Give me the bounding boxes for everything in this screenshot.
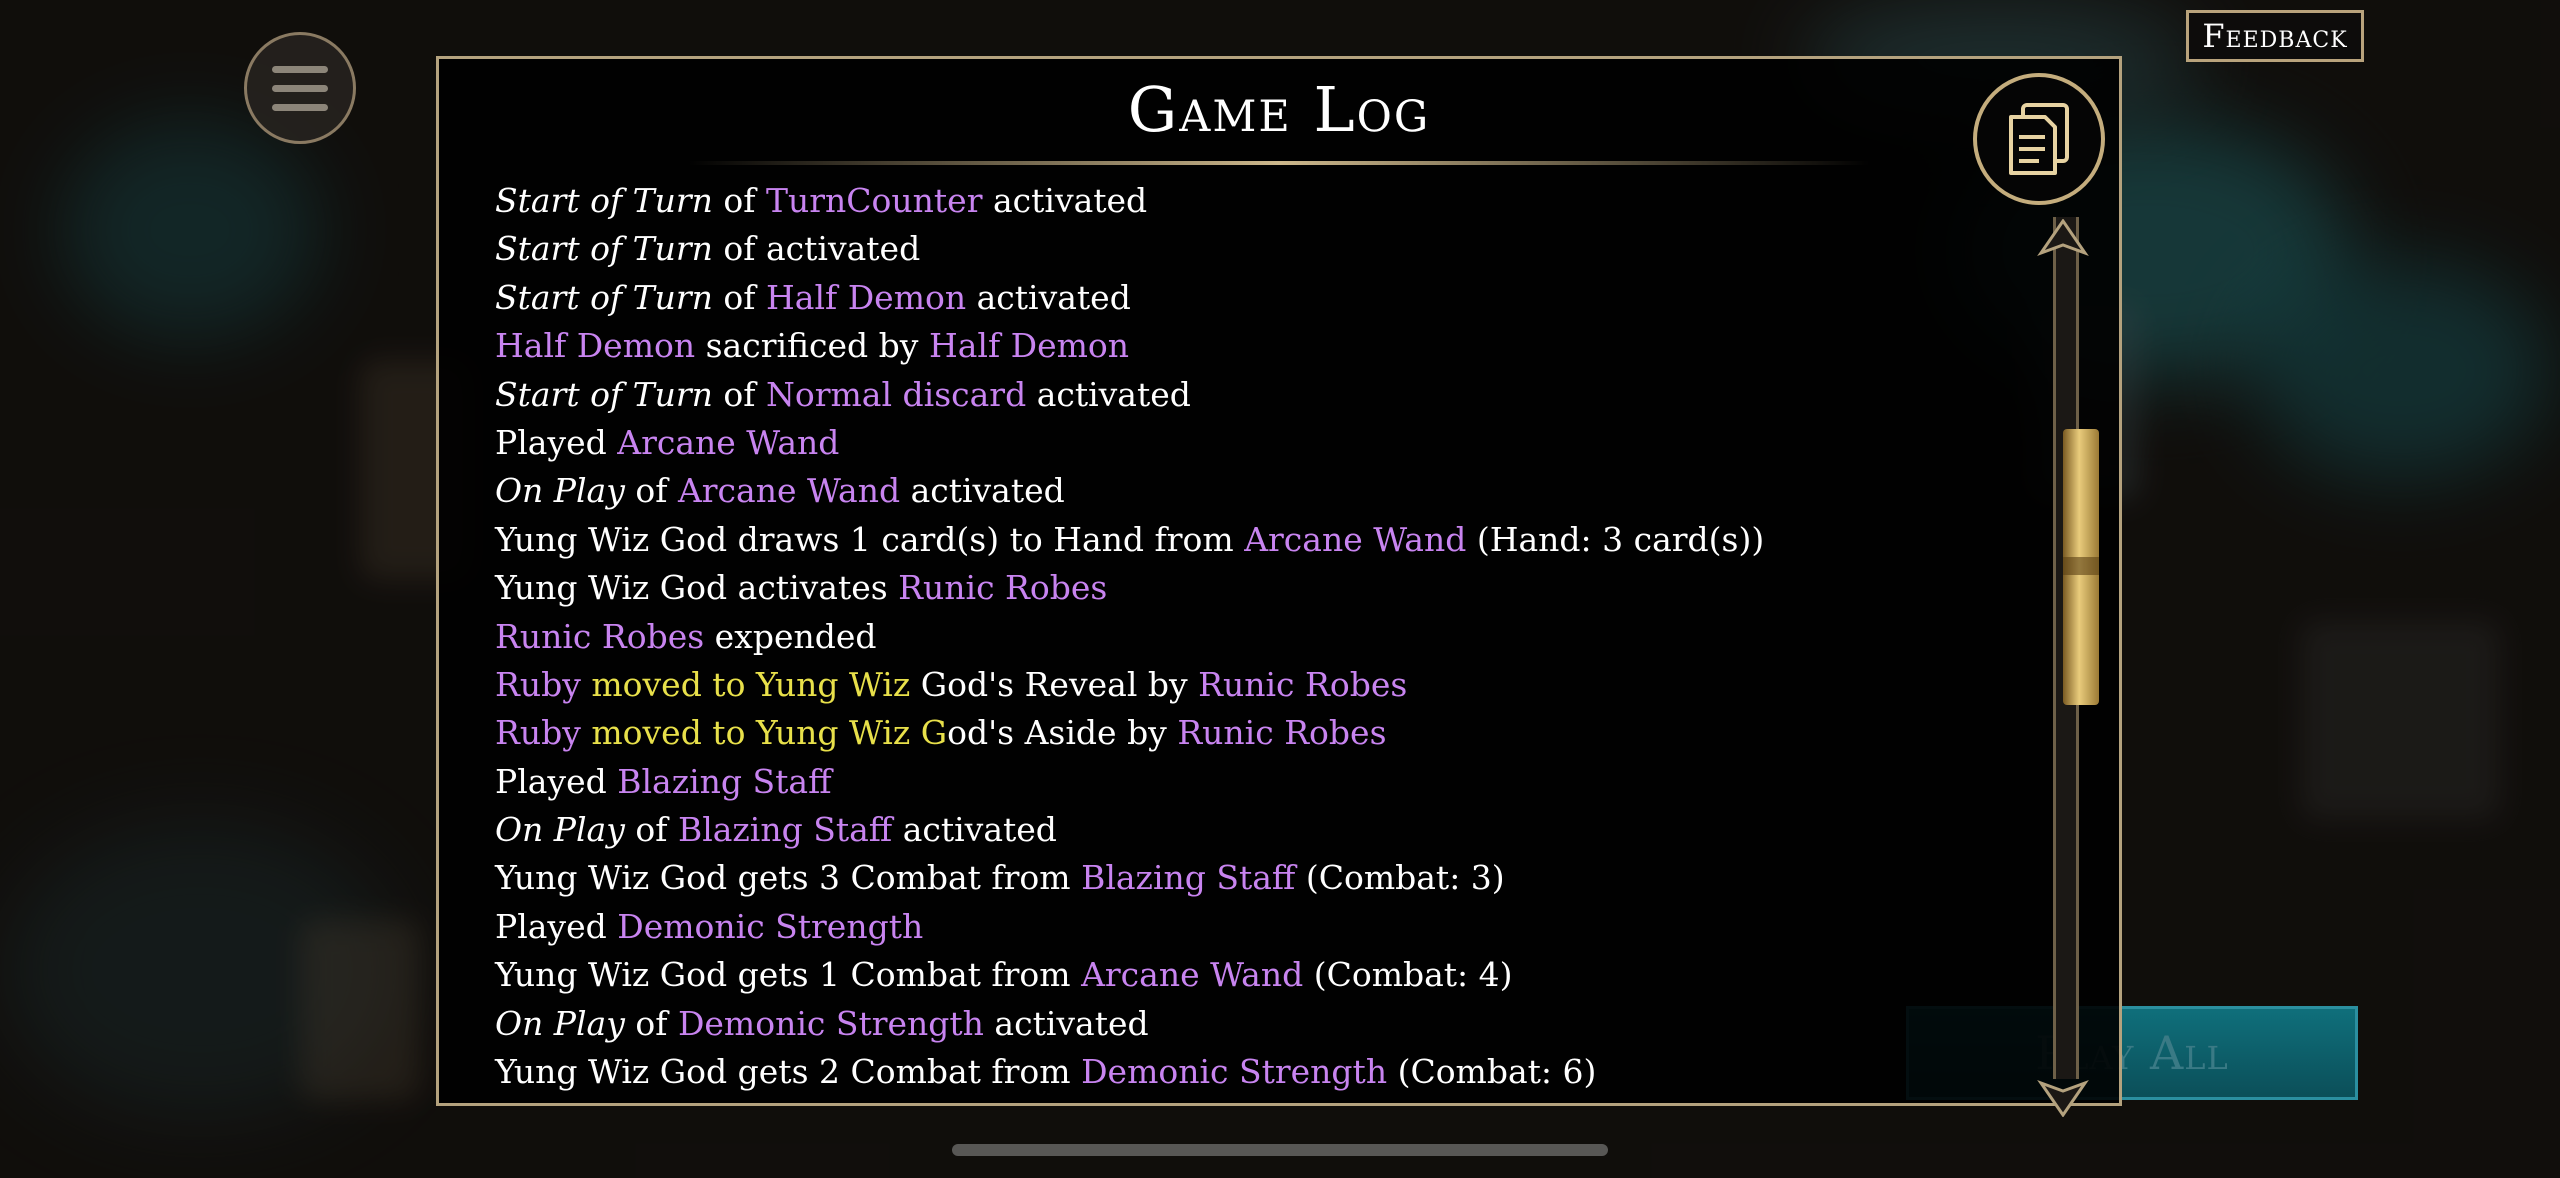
log-entry: Yung Wiz God draws 1 card(s) to Hand fro… xyxy=(495,516,1875,564)
log-text: (Combat: 4) xyxy=(1303,955,1513,995)
card-name-link[interactable]: Demonic Strength xyxy=(678,1004,984,1043)
card-name-link[interactable]: Demonic Strength xyxy=(617,907,923,946)
card-name-link[interactable]: Runic Robes xyxy=(898,568,1107,607)
highlight-text: moved to Yung Wiz xyxy=(580,664,911,704)
card-name-link[interactable]: Ruby xyxy=(495,665,581,704)
log-text: of xyxy=(712,181,766,220)
log-text: Yung Wiz God gets 2 Combat from xyxy=(495,1052,1082,1092)
log-entry: On Play of Blazing Staff activated xyxy=(495,806,1875,854)
log-text: activated xyxy=(983,1003,1149,1043)
trigger-label: Start of Turn xyxy=(495,277,713,317)
card-name-link[interactable]: Runic Robes xyxy=(1198,665,1407,704)
card-name-link[interactable]: Ruby xyxy=(495,713,581,752)
card-name-link[interactable]: Arcane Wand xyxy=(617,423,839,462)
log-text: of xyxy=(624,471,678,511)
log-entry: Ruby moved to Yung Wiz God's Reveal by R… xyxy=(495,661,1875,709)
log-entry: Yung Wiz God gets 1 Combat from Arcane W… xyxy=(495,951,1875,999)
log-text: expended xyxy=(704,616,877,656)
card-name-link[interactable]: Arcane Wand xyxy=(678,471,900,510)
card-name-link[interactable]: Half Demon xyxy=(929,326,1129,365)
log-entry: Played Blazing Staff xyxy=(495,758,1875,806)
card-name-link[interactable]: Runic Robes xyxy=(495,617,704,656)
card-name-link[interactable]: TurnCounter xyxy=(766,181,982,220)
log-entry: Start of Turn of Normal discard activate… xyxy=(495,371,1875,419)
log-entry: Half Demon sacrificed by Half Demon xyxy=(495,322,1875,370)
log-entry: Start of Turn of Half Demon activated xyxy=(495,274,1875,322)
log-text: (Combat: 6) xyxy=(1387,1052,1597,1092)
trigger-label: Start of Turn xyxy=(495,181,713,220)
log-entry: Played Arcane Wand xyxy=(495,419,1875,467)
log-entry: Yung Wiz God activates Runic Robes xyxy=(495,564,1875,612)
highlight-text: moved to Yung Wiz G xyxy=(580,713,948,753)
game-log-title: Game Log xyxy=(1127,73,1431,146)
log-entry: Ruby moved to Yung Wiz God's Aside by Ru… xyxy=(495,709,1875,757)
card-name-link[interactable]: Demonic Strength xyxy=(1081,1052,1387,1091)
log-text: of xyxy=(624,1003,678,1043)
log-text: (Hand: 3 card(s)) xyxy=(1466,519,1765,559)
log-text: activated xyxy=(982,181,1148,220)
copy-log-button[interactable] xyxy=(1973,73,2105,205)
log-text: activated xyxy=(1026,374,1191,414)
title-divider xyxy=(689,161,1869,165)
log-text: of activated xyxy=(712,229,921,269)
log-text: of xyxy=(624,810,678,850)
scroll-up-arrow-icon[interactable] xyxy=(2035,219,2091,263)
log-entry: Runic Robes expended xyxy=(495,613,1875,661)
card-name-link[interactable]: Arcane Wand xyxy=(1244,520,1466,559)
log-text: Yung Wiz God gets 3 Combat from xyxy=(495,858,1082,898)
log-text: Yung Wiz God activates xyxy=(495,568,899,608)
log-text: Played xyxy=(495,906,618,946)
log-text: of xyxy=(712,374,766,414)
trigger-label: Start of Turn xyxy=(495,374,713,414)
log-entry: Start of Turn of activated xyxy=(495,225,1875,273)
trigger-label: On Play xyxy=(495,1003,625,1043)
home-indicator[interactable] xyxy=(952,1144,1608,1156)
log-text: Played xyxy=(495,761,618,801)
hamburger-menu-icon xyxy=(272,65,328,73)
log-text: Yung Wiz God gets 1 Combat from xyxy=(495,955,1082,995)
card-name-link[interactable]: Normal discard xyxy=(766,375,1026,414)
log-text: (Combat: 3) xyxy=(1295,858,1505,898)
scroll-down-arrow-icon[interactable] xyxy=(2035,1073,2091,1117)
log-text: Yung Wiz God draws 1 card(s) to Hand fro… xyxy=(495,519,1245,559)
log-text: Played xyxy=(495,422,618,462)
log-text: sacrificed by xyxy=(695,326,929,366)
card-name-link[interactable]: Blazing Staff xyxy=(678,810,892,849)
game-log-panel: Game Log Start of Turn of TurnCounter ac… xyxy=(436,56,2122,1117)
log-text: od's Aside by xyxy=(947,713,1178,753)
card-name-link[interactable]: Runic Robes xyxy=(1177,713,1386,752)
copy-documents-icon xyxy=(2009,103,2069,175)
trigger-label: Start of Turn xyxy=(495,229,713,269)
card-name-link[interactable]: Half Demon xyxy=(495,326,695,365)
log-text: activated xyxy=(892,810,1057,850)
card-name-link[interactable]: Blazing Staff xyxy=(617,762,831,801)
log-entry: On Play of Demonic Strength activated xyxy=(495,1000,1875,1048)
feedback-button[interactable]: Feedback xyxy=(2186,10,2364,62)
log-entry: Played Demonic Strength xyxy=(495,903,1875,951)
log-entry: Yung Wiz God gets 2 Combat from Demonic … xyxy=(495,1048,1875,1096)
log-text: of xyxy=(712,277,766,317)
card-name-link[interactable]: Blazing Staff xyxy=(1081,858,1295,897)
log-entry: On Play of Arcane Wand activated xyxy=(495,467,1875,515)
trigger-label: On Play xyxy=(495,810,625,850)
log-entry: Start of Turn of TurnCounter activated xyxy=(495,177,1875,225)
log-scrollbar-thumb[interactable] xyxy=(2063,429,2099,705)
log-text: activated xyxy=(966,277,1131,317)
card-name-link[interactable]: Half Demon xyxy=(766,278,966,317)
trigger-label: On Play xyxy=(495,471,625,511)
log-entry: Yung Wiz God gets 3 Combat from Blazing … xyxy=(495,854,1875,902)
card-name-link[interactable]: Arcane Wand xyxy=(1081,955,1303,994)
log-text: activated xyxy=(900,471,1065,511)
log-text: God's Reveal by xyxy=(910,664,1199,704)
hamburger-menu-button[interactable] xyxy=(244,32,356,144)
game-log-list: Start of Turn of TurnCounter activated St… xyxy=(495,177,1875,1096)
